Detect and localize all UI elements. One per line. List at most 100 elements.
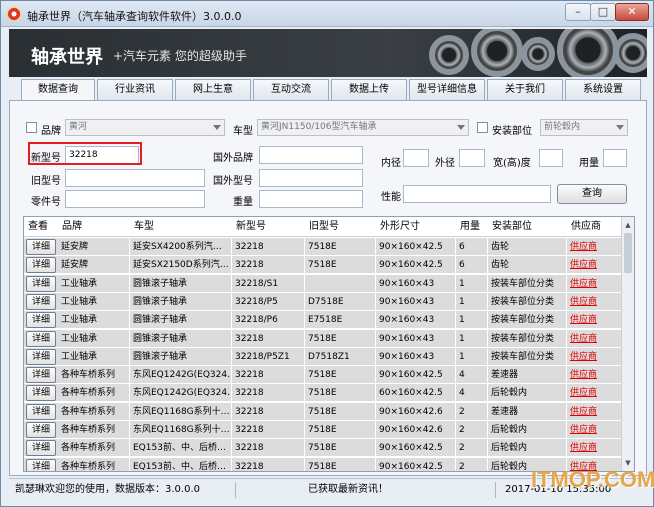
brand-select[interactable]: 黄河 (65, 119, 225, 136)
chevron-down-icon (457, 125, 465, 130)
supplier-link[interactable]: 供应商 (567, 439, 622, 458)
tab-settings[interactable]: 系统设置 (565, 79, 641, 100)
table-row[interactable]: 详细 工业轴承 圆锥滚子轴承 32218/P5 D7518E 90×160×43 1 按装车部… (24, 292, 622, 311)
table-cell: 2 (456, 439, 488, 458)
query-button[interactable]: 查询 (557, 184, 627, 204)
supplier-link[interactable]: 供应商 (567, 421, 622, 439)
tab-about-us[interactable]: 关于我们 (487, 79, 563, 100)
table-cell: 7518E (305, 384, 376, 403)
weight-label: 重量 (233, 197, 253, 208)
table-cell: 90×160×42.5 (376, 366, 456, 385)
vertical-scrollbar[interactable]: ▲ ▼ (621, 217, 634, 471)
tab-data-upload[interactable]: 数据上传 (331, 79, 407, 100)
column-header[interactable]: 品牌 (58, 217, 130, 237)
foreign-model-input[interactable] (259, 169, 363, 187)
table-cell: 延安牌 (58, 238, 130, 256)
table-row[interactable]: 详细 各种车桥系列 东风EQ1242G(EQ324… 32218 7518E 60×160… (24, 384, 622, 403)
tab-interaction[interactable]: 互动交流 (253, 79, 329, 100)
column-header[interactable]: 车型 (130, 217, 232, 237)
detail-button[interactable]: 详细 (26, 385, 56, 402)
detail-button[interactable]: 详细 (26, 403, 56, 420)
detail-button[interactable]: 详细 (26, 293, 56, 310)
old-model-input[interactable] (65, 169, 205, 187)
table-row[interactable]: 详细 工业轴承 圆锥滚子轴承 32218/S1 90×160×43 1 按装车部位分类 供应商 (24, 274, 622, 293)
supplier-link[interactable]: 供应商 (567, 292, 622, 311)
inner-diameter-input[interactable] (403, 149, 429, 167)
table-cell: 7518E (305, 457, 376, 471)
column-header[interactable]: 供应商 (567, 217, 622, 237)
weight-input[interactable] (259, 190, 363, 208)
width-input[interactable] (539, 149, 563, 167)
detail-button[interactable]: 详细 (26, 422, 56, 438)
position-select[interactable]: 前轮毂内 (540, 119, 628, 136)
table-cell: 90×160×42.5 (376, 439, 456, 458)
table-cell: 32218 (232, 384, 305, 403)
part-number-input[interactable] (65, 190, 205, 208)
supplier-link[interactable]: 供应商 (567, 311, 622, 330)
table-cell: 按装车部位分类 (488, 274, 567, 293)
table-cell: EQ153前、中、后桥… (130, 439, 232, 458)
usage-input[interactable] (603, 149, 627, 167)
table-cell: 后轮毂内 (488, 421, 567, 439)
status-divider (495, 482, 496, 498)
tab-model-details[interactable]: 型号详细信息 (409, 79, 485, 100)
close-button[interactable]: ✕ (615, 3, 649, 21)
performance-input[interactable] (403, 185, 551, 203)
detail-button[interactable]: 详细 (26, 367, 56, 384)
table-cell: 差速器 (488, 366, 567, 385)
table-cell: 按装车部位分类 (488, 329, 567, 348)
tab-online-business[interactable]: 网上生意 (175, 79, 251, 100)
detail-button[interactable]: 详细 (26, 312, 56, 329)
table-cell: 按装车部位分类 (488, 311, 567, 330)
column-header[interactable]: 用量 (456, 217, 488, 237)
table-cell: 90×160×43 (376, 292, 456, 311)
scroll-up-icon[interactable]: ▲ (624, 220, 632, 230)
table-row[interactable]: 详细 工业轴承 圆锥滚子轴承 32218/P5Z1 D7518Z1 90×160×43 1 按… (24, 347, 622, 366)
table-row[interactable]: 详细 延安牌 延安SX4200系列汽… 32218 7518E 90×160×42.5 6 齿… (24, 238, 622, 256)
detail-button[interactable]: 详细 (26, 458, 56, 471)
supplier-link[interactable]: 供应商 (567, 402, 622, 421)
header-banner: 轴承世界 +汽车元素 您的超级助手 (9, 29, 647, 77)
foreign-brand-input[interactable] (259, 146, 363, 164)
column-header[interactable]: 旧型号 (305, 217, 376, 237)
detail-button[interactable]: 详细 (26, 257, 56, 274)
table-row[interactable]: 详细 延安牌 延安SX2150D系列汽… 32218 7518E 90×160×42.5 6… (24, 256, 622, 275)
table-row[interactable]: 详细 各种车桥系列 东风EQ1168G系列十… 32218 7518E 90×160×42… (24, 421, 622, 439)
detail-button[interactable]: 详细 (26, 275, 56, 292)
table-row[interactable]: 详细 工业轴承 圆锥滚子轴承 32218/P6 E7518E 90×160×43 1 按装车部… (24, 311, 622, 330)
table-row[interactable]: 详细 各种车桥系列 EQ153前、中、后桥… 32218 7518E 90×160×42.… (24, 439, 622, 458)
detail-button[interactable]: 详细 (26, 330, 56, 347)
position-checkbox[interactable] (477, 122, 488, 133)
minimize-button[interactable]: – (565, 3, 591, 21)
table-row[interactable]: 详细 各种车桥系列 东风EQ1242G(EQ324… 32218 7518E 90×160… (24, 366, 622, 385)
detail-button[interactable]: 详细 (26, 440, 56, 457)
column-header[interactable]: 新型号 (232, 217, 305, 237)
supplier-link[interactable]: 供应商 (567, 238, 622, 256)
supplier-link[interactable]: 供应商 (567, 256, 622, 275)
brand-checkbox[interactable] (26, 122, 37, 133)
title-bar[interactable]: 轴承世界（汽车轴承查询软件软件）3.0.0.0 – □ ✕ (1, 1, 653, 27)
table-row[interactable]: 详细 各种车桥系列 东风EQ1168G系列十… 32218 7518E 90×160×42… (24, 402, 622, 421)
tab-data-query[interactable]: 数据查询 (21, 79, 95, 101)
supplier-link[interactable]: 供应商 (567, 384, 622, 403)
column-header[interactable]: 安装部位 (488, 217, 567, 237)
supplier-link[interactable]: 供应商 (567, 329, 622, 348)
detail-button[interactable]: 详细 (26, 348, 56, 365)
column-header[interactable]: 外形尺寸 (376, 217, 456, 237)
outer-diameter-input[interactable] (459, 149, 485, 167)
model-select[interactable]: 黄河JN1150/106型汽车轴承 (257, 119, 469, 136)
supplier-link[interactable]: 供应商 (567, 274, 622, 293)
tab-industry-news[interactable]: 行业资讯 (97, 79, 173, 100)
table-cell: 各种车桥系列 (58, 421, 130, 439)
maximize-button[interactable]: □ (590, 3, 616, 21)
table-row[interactable]: 详细 工业轴承 圆锥滚子轴承 32218 7518E 90×160×43 1 按装车部位分类供… (24, 329, 622, 348)
supplier-link[interactable]: 供应商 (567, 347, 622, 366)
supplier-link[interactable]: 供应商 (567, 366, 622, 385)
detail-button[interactable]: 详细 (26, 239, 56, 255)
scrollbar-thumb[interactable] (624, 233, 632, 273)
table-cell: 圆锥滚子轴承 (130, 329, 232, 348)
table-cell: 32218/P5 (232, 292, 305, 311)
column-header[interactable]: 查看 (24, 217, 58, 237)
table-cell: 32218 (232, 329, 305, 348)
table-cell: 各种车桥系列 (58, 439, 130, 458)
